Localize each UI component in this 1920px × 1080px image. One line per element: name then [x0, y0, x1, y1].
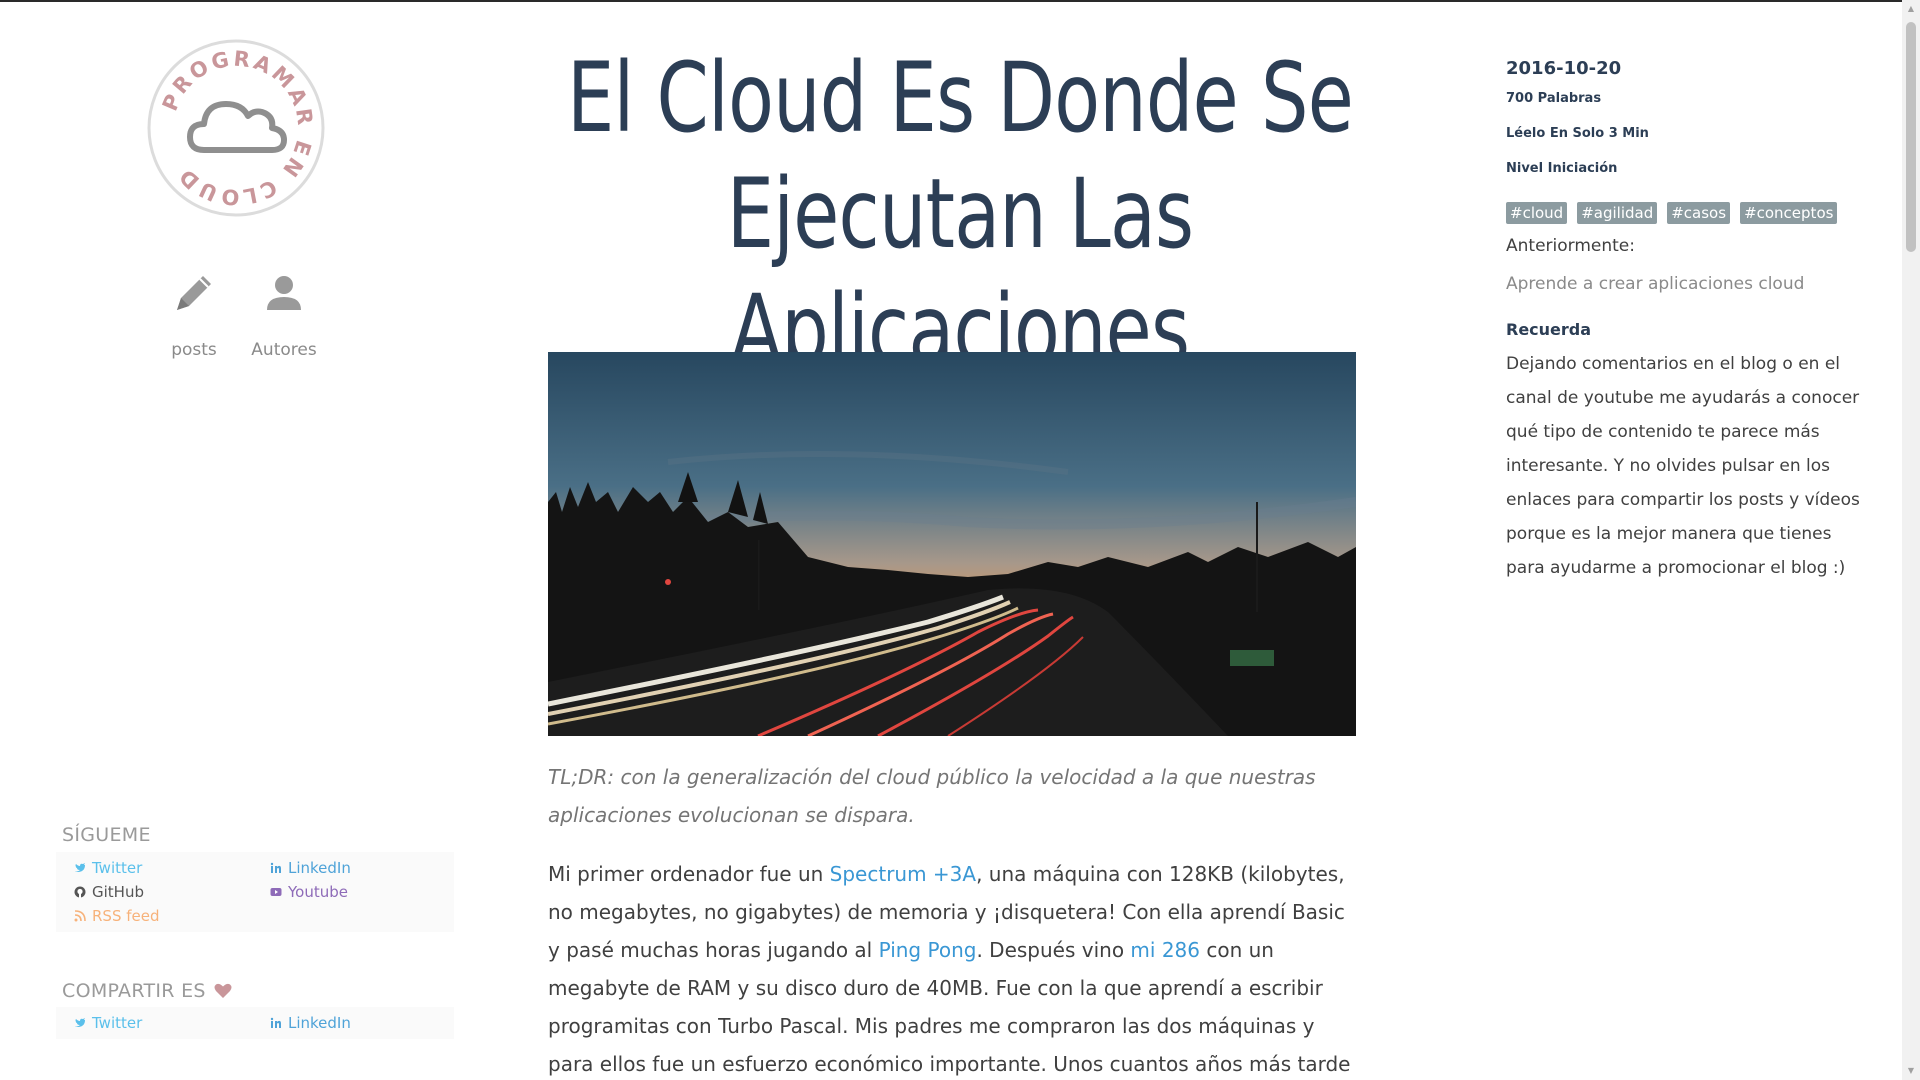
- follow-rss-label: RSS feed: [92, 907, 160, 925]
- share-title: COMPARTIR ES: [62, 980, 232, 1002]
- share-title-text: COMPARTIR ES: [62, 980, 206, 1002]
- post-meta: 2016-10-20 700 Palabras Léelo En Solo 3 …: [1506, 58, 1866, 585]
- hero-image-highway-sunset: [548, 352, 1356, 736]
- page-scrollbar[interactable]: ▲ ▼: [1902, 0, 1920, 1080]
- read-time: Léelo En Solo 3 Min: [1506, 126, 1649, 141]
- site-logo[interactable]: PROGRAMAR EN CLOUD: [146, 38, 326, 218]
- share-linkedin-link[interactable]: LinkedIn: [270, 1013, 466, 1033]
- link-spectrum[interactable]: Spectrum +3A: [830, 862, 976, 886]
- twitter-icon: [75, 1018, 85, 1027]
- follow-linkedin-label: LinkedIn: [288, 859, 351, 877]
- scroll-down-arrow-icon[interactable]: ▼: [1906, 1066, 1916, 1076]
- tag-cloud[interactable]: #cloud: [1506, 202, 1568, 224]
- follow-github-link[interactable]: GitHub: [74, 882, 270, 902]
- remember-title: Recuerda: [1506, 320, 1592, 339]
- share-twitter-link[interactable]: Twitter: [74, 1013, 270, 1033]
- rss-icon: [74, 910, 86, 922]
- link-mi-286[interactable]: mi 286: [1130, 938, 1200, 962]
- scrollbar-thumb[interactable]: [1906, 22, 1916, 252]
- twitter-icon: [75, 863, 85, 872]
- follow-youtube-link[interactable]: Youtube: [270, 882, 466, 902]
- follow-github-label: GitHub: [92, 883, 144, 901]
- follow-youtube-label: Youtube: [288, 883, 348, 901]
- article-paragraph: Mi primer ordenador fue un Spectrum +3A,…: [548, 855, 1356, 1080]
- follow-title: SÍGUEME: [62, 824, 151, 846]
- para-text-3: . Después vino: [976, 938, 1131, 962]
- word-count: 700 Palabras: [1506, 91, 1602, 106]
- tag-casos[interactable]: #casos: [1667, 202, 1731, 224]
- linkedin-icon: [270, 1017, 281, 1028]
- user-icon: [267, 276, 301, 310]
- article-title: El Cloud Es Donde Se Ejecutan Las Aplica…: [531, 40, 1389, 388]
- para-text-1: Mi primer ordenador fue un: [548, 862, 830, 886]
- github-icon: [74, 886, 86, 898]
- share-links: Twitter LinkedIn: [56, 1007, 454, 1039]
- article-title-line-1: El Cloud Es Donde Se: [566, 42, 1354, 154]
- tag-list: #cloud #agilidad #casos #conceptos: [1506, 202, 1866, 224]
- level: Nivel Iniciación: [1506, 161, 1618, 176]
- pencil-icon: [177, 276, 211, 310]
- follow-rss-link[interactable]: RSS feed: [74, 906, 270, 926]
- follow-links: Twitter LinkedIn GitHub Youtube RSS feed: [56, 852, 454, 932]
- link-ping-pong[interactable]: Ping Pong: [879, 938, 977, 962]
- article-tldr: TL;DR: con la generalización del cloud p…: [548, 765, 1316, 827]
- scroll-up-arrow-icon[interactable]: ▲: [1906, 4, 1916, 14]
- follow-linkedin-link[interactable]: LinkedIn: [270, 858, 466, 878]
- tag-conceptos[interactable]: #conceptos: [1740, 202, 1838, 224]
- heart-icon: [214, 983, 232, 998]
- tag-agilidad[interactable]: #agilidad: [1577, 202, 1658, 224]
- previous-post-link[interactable]: Aprende a crear aplicaciones cloud: [1506, 274, 1866, 294]
- previous-label: Anteriormente:: [1506, 236, 1635, 256]
- share-twitter-label: Twitter: [92, 1014, 143, 1032]
- linkedin-icon: [270, 862, 281, 873]
- nav-posts-label: posts: [171, 340, 217, 360]
- nav-authors-label: Autores: [251, 340, 317, 360]
- youtube-icon: [270, 888, 282, 896]
- post-date: 2016-10-20: [1506, 58, 1622, 79]
- nav-posts[interactable]: posts: [165, 270, 223, 360]
- follow-twitter-label: Twitter: [92, 859, 143, 877]
- main-nav: posts Autores: [165, 270, 317, 360]
- cloud-logo-icon: PROGRAMAR EN CLOUD: [147, 39, 325, 217]
- remember-text: Dejando comentarios en el blog o en el c…: [1506, 354, 1860, 578]
- share-linkedin-label: LinkedIn: [288, 1014, 351, 1032]
- highway-sunset-image: [548, 352, 1356, 736]
- nav-authors[interactable]: Autores: [251, 270, 317, 360]
- window-top-border: [0, 0, 1920, 2]
- follow-twitter-link[interactable]: Twitter: [74, 858, 270, 878]
